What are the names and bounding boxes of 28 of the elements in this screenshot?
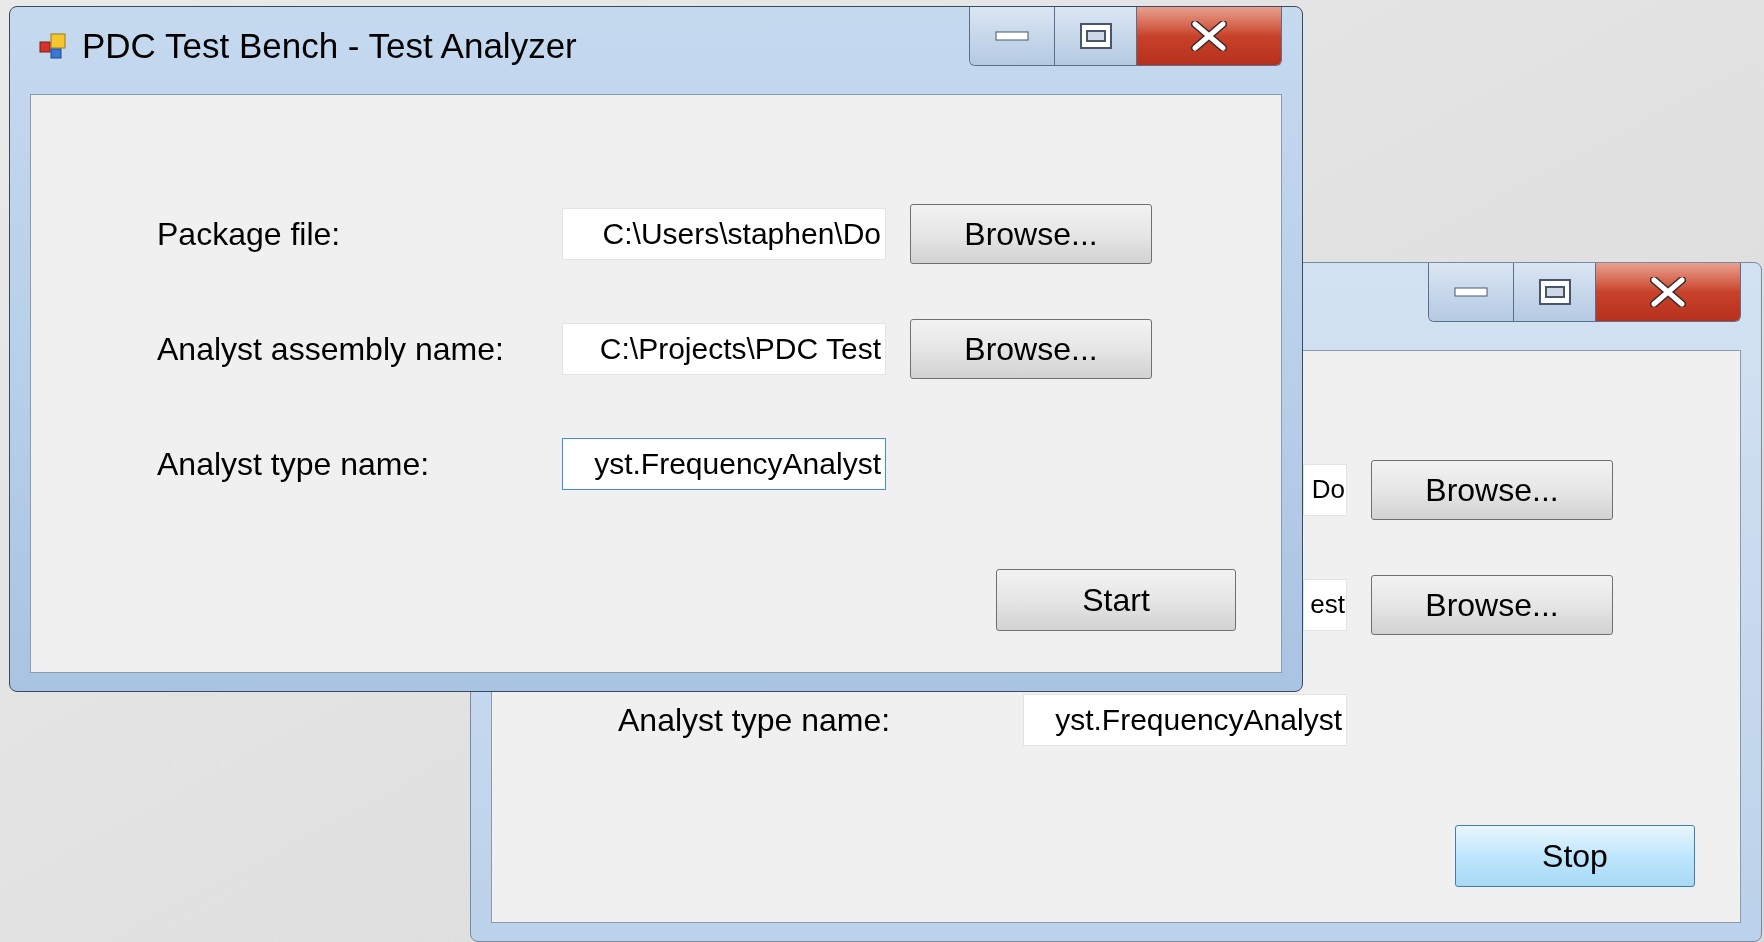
close-button[interactable] bbox=[1596, 263, 1740, 321]
close-button[interactable] bbox=[1137, 7, 1281, 65]
maximize-button[interactable] bbox=[1514, 263, 1596, 321]
field-label: Analyst type name: bbox=[618, 701, 891, 738]
maximize-icon bbox=[1537, 278, 1572, 306]
input-field[interactable]: Do bbox=[1303, 463, 1347, 516]
action-button[interactable]: Stop bbox=[1455, 825, 1695, 887]
field-label: Analyst assembly name: bbox=[157, 330, 504, 367]
close-icon bbox=[1650, 277, 1686, 307]
action-button[interactable]: Start bbox=[996, 569, 1236, 631]
field-label: Package file: bbox=[157, 215, 341, 252]
browse-button[interactable]: Browse... bbox=[910, 203, 1152, 264]
browse-button[interactable]: Browse... bbox=[1371, 459, 1613, 520]
minimize-icon bbox=[995, 31, 1029, 41]
window-title: PDC Test Bench - Test Analyzer bbox=[82, 24, 577, 67]
input-field[interactable]: C:\Projects\PDC Test bbox=[562, 322, 886, 375]
maximize-button[interactable] bbox=[1055, 7, 1137, 65]
browse-button[interactable]: Browse... bbox=[1371, 574, 1613, 635]
input-field[interactable]: yst.FrequencyAnalyst bbox=[1023, 693, 1347, 746]
input-field[interactable]: C:\Users\staphen\Do bbox=[562, 207, 886, 260]
browse-button[interactable]: Browse... bbox=[910, 318, 1152, 379]
maximize-icon bbox=[1078, 22, 1113, 50]
minimize-icon bbox=[1454, 287, 1488, 297]
close-icon bbox=[1191, 21, 1227, 51]
input-field[interactable]: est bbox=[1303, 578, 1347, 631]
app-icon bbox=[38, 32, 68, 60]
field-label: Analyst type name: bbox=[157, 445, 430, 482]
input-field[interactable]: yst.FrequencyAnalyst bbox=[562, 437, 886, 490]
